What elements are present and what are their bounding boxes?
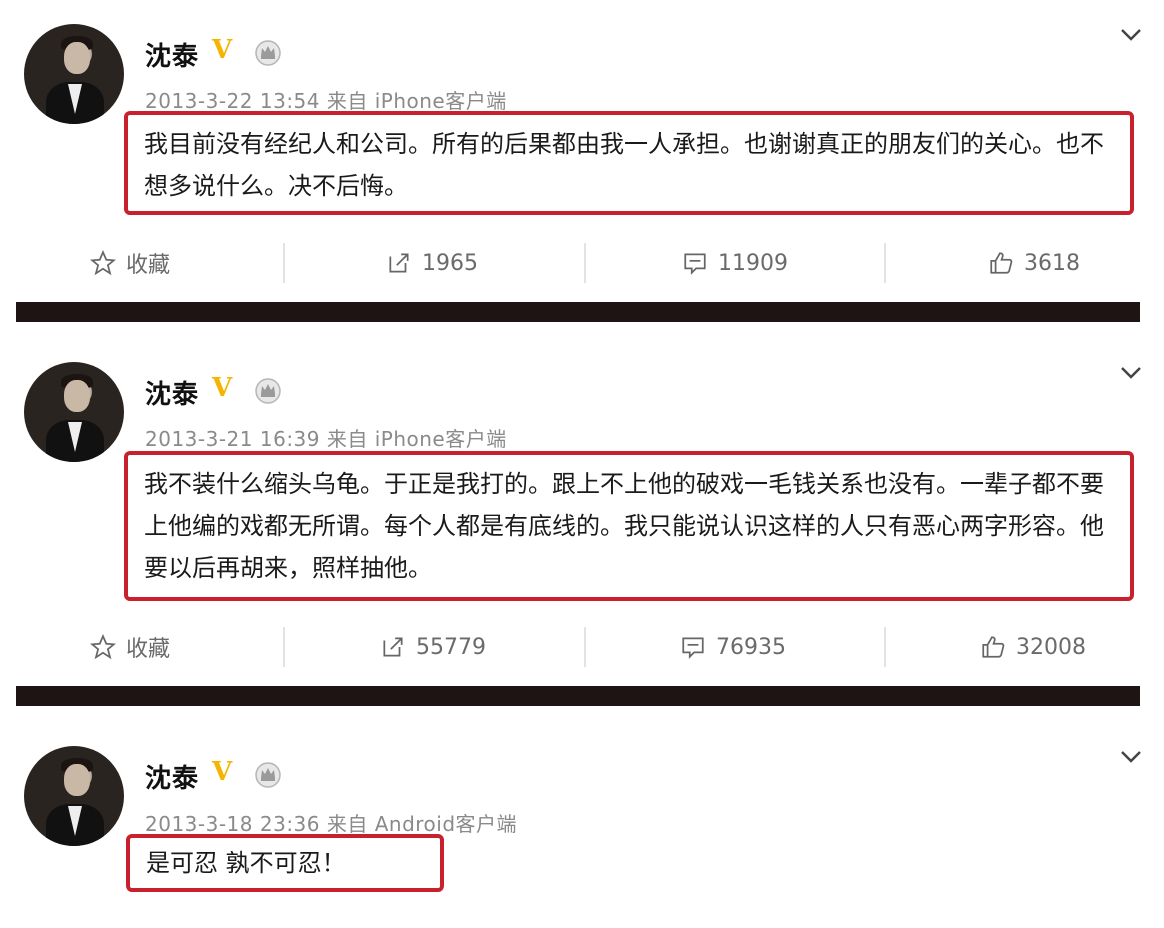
chevron-down-icon[interactable] — [1120, 750, 1142, 764]
username[interactable]: 沈泰 — [145, 36, 199, 73]
repost-button[interactable]: 55779 — [380, 622, 486, 672]
post-separator — [16, 686, 1140, 706]
like-button[interactable]: 32008 — [980, 622, 1086, 672]
post-meta: 2013-3-22 13:54 来自 iPhone客户端 — [145, 89, 507, 113]
verified-v-icon: V — [212, 757, 233, 787]
post-content: 我不装什么缩头乌龟。于正是我打的。跟上不上他的破戏一毛钱关系也没有。一辈子都不要… — [144, 470, 1104, 582]
crown-icon — [255, 378, 281, 404]
action-bar: 收藏 1965 11909 3618 — [0, 238, 1164, 288]
post-meta: 2013-3-18 23:36 来自 Android客户端 — [145, 812, 518, 836]
thumbs-up-icon — [982, 636, 1005, 658]
chevron-down-icon[interactable] — [1120, 366, 1142, 380]
verified-v-icon: V — [212, 35, 233, 65]
action-bar: 收藏 55779 76935 32008 — [0, 622, 1164, 672]
avatar[interactable] — [24, 362, 124, 462]
favorite-button[interactable]: 收藏 — [90, 238, 170, 288]
repost-count: 55779 — [416, 634, 486, 660]
comment-icon — [684, 253, 706, 275]
repost-icon — [389, 253, 409, 273]
verified-v-icon: V — [212, 373, 233, 403]
star-icon — [90, 250, 116, 276]
comment-button[interactable]: 76935 — [680, 622, 786, 672]
divider — [283, 243, 285, 283]
like-count: 32008 — [1016, 634, 1086, 660]
divider — [884, 243, 886, 283]
highlight-box: 我目前没有经纪人和公司。所有的后果都由我一人承担。也谢谢真正的朋友们的关心。也不… — [124, 111, 1134, 215]
post-content: 我目前没有经纪人和公司。所有的后果都由我一人承担。也谢谢真正的朋友们的关心。也不… — [144, 130, 1104, 200]
like-button[interactable]: 3618 — [988, 238, 1080, 288]
username[interactable]: 沈泰 — [145, 374, 199, 411]
star-icon — [90, 634, 116, 660]
repost-button[interactable]: 1965 — [386, 238, 478, 288]
post-meta: 2013-3-21 16:39 来自 iPhone客户端 — [145, 427, 507, 451]
crown-icon — [255, 40, 281, 66]
divider — [584, 243, 586, 283]
thumbs-up-icon — [990, 252, 1013, 274]
like-count: 3618 — [1024, 250, 1080, 276]
comment-button[interactable]: 11909 — [682, 238, 788, 288]
favorite-button[interactable]: 收藏 — [90, 622, 170, 672]
avatar[interactable] — [24, 746, 124, 846]
divider — [584, 627, 586, 667]
comment-count: 76935 — [716, 634, 786, 660]
comment-icon — [682, 637, 704, 659]
divider — [283, 627, 285, 667]
post-separator — [16, 302, 1140, 322]
highlight-box: 我不装什么缩头乌龟。于正是我打的。跟上不上他的破戏一毛钱关系也没有。一辈子都不要… — [124, 451, 1134, 601]
divider — [884, 627, 886, 667]
chevron-down-icon[interactable] — [1120, 28, 1142, 42]
crown-icon — [255, 762, 281, 788]
highlight-box: 是可忍 孰不可忍！ — [126, 834, 444, 892]
repost-count: 1965 — [422, 250, 478, 276]
repost-icon — [383, 637, 403, 657]
username[interactable]: 沈泰 — [145, 758, 199, 795]
favorite-label: 收藏 — [126, 637, 171, 662]
avatar[interactable] — [24, 24, 124, 124]
favorite-label: 收藏 — [126, 253, 171, 278]
comment-count: 11909 — [718, 250, 788, 276]
post-content: 是可忍 孰不可忍！ — [146, 849, 346, 877]
